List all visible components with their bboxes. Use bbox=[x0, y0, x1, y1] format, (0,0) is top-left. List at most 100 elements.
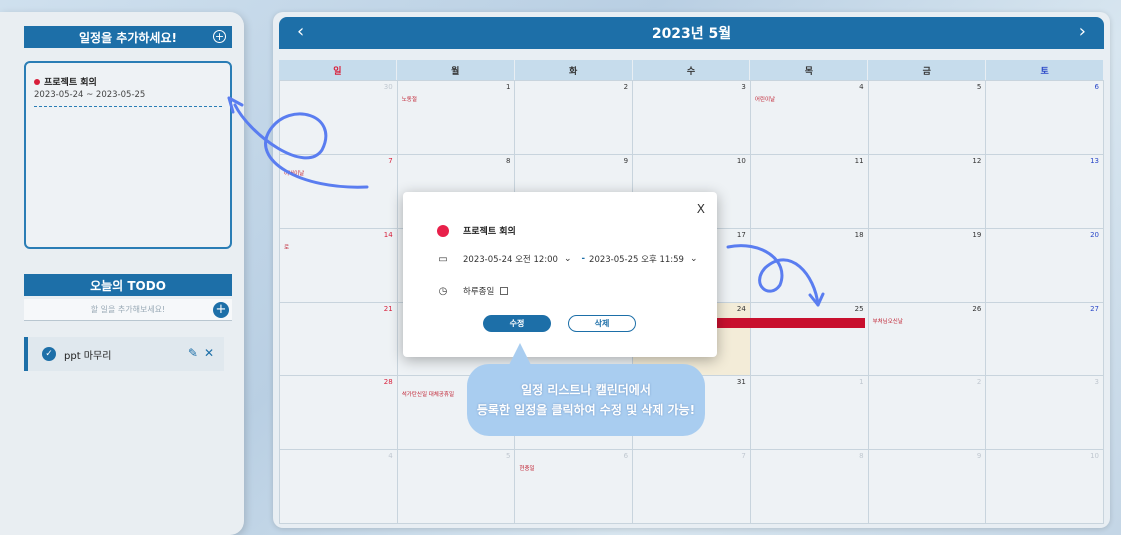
modal-event-title: 프로젝트 회의 bbox=[463, 227, 516, 237]
calendar-day-cell[interactable]: 7 bbox=[633, 450, 751, 524]
calendar-day-cell[interactable]: 1 노동절 bbox=[397, 81, 516, 155]
day-number: 1 bbox=[505, 83, 511, 91]
schedule-item-title: 프로젝트 회의 bbox=[44, 78, 97, 88]
day-number: 3 bbox=[741, 83, 746, 91]
day-number: 8 bbox=[505, 156, 511, 165]
calendar-icon: ▭ bbox=[438, 253, 448, 265]
edit-button[interactable]: 수정 bbox=[483, 315, 551, 332]
day-number: 26 bbox=[972, 304, 982, 313]
holiday-label: 로 bbox=[284, 244, 290, 251]
calendar-day-cell[interactable]: 4 어린이날 bbox=[750, 81, 869, 155]
day-number: 8 bbox=[859, 452, 864, 461]
calendar-day-cell[interactable]: 13 bbox=[986, 154, 1104, 229]
calendar-day-cell[interactable]: 14 로 bbox=[280, 228, 398, 303]
add-schedule-header[interactable]: 일정을 추가하세요! + bbox=[24, 26, 232, 48]
todo-input-placeholder: 할 일을 추가해보세요! bbox=[90, 305, 166, 314]
calendar-day-cell[interactable]: 28 bbox=[280, 376, 398, 451]
calendar-day-cell[interactable]: 30 bbox=[280, 81, 398, 155]
calendar-day-cell[interactable]: 3 bbox=[633, 81, 751, 155]
sidebar-panel: 일정을 추가하세요! + 프로젝트 회의 2023-05-24 ~ 2023-0… bbox=[0, 12, 244, 535]
day-number: 4 bbox=[388, 452, 393, 461]
all-day-checkbox[interactable] bbox=[500, 287, 509, 295]
calendar-day-cell[interactable]: 2 bbox=[868, 376, 987, 451]
day-number: 3 bbox=[1094, 378, 1099, 387]
calendar-day-cell[interactable]: 25 bbox=[750, 302, 869, 377]
event-bar-project-meeting[interactable] bbox=[717, 318, 865, 328]
day-number: 9 bbox=[623, 156, 629, 165]
day-number: 1 bbox=[859, 378, 864, 387]
calendar-day-cell[interactable]: 12 bbox=[868, 154, 987, 229]
calendar-day-cell[interactable]: 18 bbox=[750, 228, 869, 303]
todo-item-label: ppt 마무리 bbox=[64, 350, 112, 362]
next-month-icon[interactable]: › bbox=[1079, 21, 1086, 42]
calendar-day-cell[interactable]: 1 bbox=[750, 376, 869, 451]
delete-x-icon[interactable]: ✕ bbox=[204, 346, 214, 360]
help-tooltip: 일정 리스트나 캘린더에서 등록한 일정을 클릭하여 수정 및 삭제 가능! bbox=[467, 364, 705, 436]
end-datetime[interactable]: 2023-05-25 오후 11:59 bbox=[589, 253, 684, 265]
day-number: 6 bbox=[1094, 83, 1099, 91]
day-number: 30 bbox=[383, 83, 393, 91]
calendar-day-cell[interactable]: 9 bbox=[868, 450, 987, 524]
day-number: 14 bbox=[383, 230, 393, 239]
all-day-row: ◷ 하루종일 bbox=[437, 285, 509, 297]
todo-input[interactable]: 할 일을 추가해보세요! + bbox=[24, 299, 232, 321]
calendar-day-cell[interactable]: 7 어버이날 bbox=[280, 154, 398, 229]
calendar-day-cell[interactable]: 5 bbox=[397, 450, 516, 524]
day-number: 21 bbox=[383, 304, 393, 313]
range-separator: - bbox=[581, 254, 586, 264]
holiday-label: 현충일 bbox=[519, 466, 535, 473]
calendar-title: 2023년 5월 bbox=[651, 26, 732, 42]
event-color-dot bbox=[437, 224, 449, 237]
plus-circle-icon[interactable]: + bbox=[213, 30, 226, 43]
calendar-day-cell[interactable]: 26 부처님오신날 bbox=[868, 302, 987, 377]
calendar-day-cell[interactable]: 6 현충일 bbox=[515, 450, 634, 524]
day-number: 10 bbox=[736, 156, 746, 165]
weekday-label: 금 bbox=[868, 60, 987, 80]
holiday-label: 석가탄신일 대체공휴일 bbox=[401, 392, 455, 399]
chevron-down-icon[interactable]: ⌄ bbox=[564, 254, 572, 264]
schedule-item[interactable]: 프로젝트 회의 2023-05-24 ~ 2023-05-25 bbox=[34, 75, 222, 107]
calendar-day-cell[interactable]: 10 bbox=[986, 450, 1104, 524]
close-icon[interactable]: X bbox=[697, 202, 705, 216]
all-day-label: 하루종일 bbox=[463, 287, 495, 297]
weekday-label: 화 bbox=[514, 60, 633, 80]
weekday-label: 수 bbox=[632, 60, 751, 80]
day-number: 6 bbox=[623, 452, 629, 461]
day-number: 5 bbox=[505, 452, 511, 461]
day-number: 18 bbox=[854, 230, 864, 239]
day-number: 5 bbox=[976, 83, 982, 91]
calendar-day-cell[interactable]: 4 bbox=[280, 450, 398, 524]
chevron-down-icon[interactable]: ⌄ bbox=[690, 254, 698, 264]
day-number: 11 bbox=[854, 156, 864, 165]
edit-pencil-icon[interactable]: ✎ bbox=[188, 346, 198, 360]
date-range-row: ▭ 2023-05-24 오전 12:00 ⌄ - 2023-05-25 오후 … bbox=[437, 253, 704, 266]
day-number: 7 bbox=[388, 156, 393, 165]
day-number: 4 bbox=[859, 83, 864, 91]
event-detail-modal: X 프로젝트 회의 ▭ 2023-05-24 오전 12:00 ⌄ - 2023… bbox=[403, 192, 717, 357]
calendar-day-cell[interactable]: 20 bbox=[986, 228, 1104, 303]
day-number: 27 bbox=[1090, 304, 1099, 313]
calendar-day-cell[interactable]: 3 bbox=[986, 376, 1104, 451]
start-datetime[interactable]: 2023-05-24 오전 12:00 bbox=[463, 253, 558, 265]
check-icon[interactable]: ✓ bbox=[42, 347, 56, 361]
holiday-label: 부처님오신날 bbox=[872, 318, 903, 325]
calendar-day-cell[interactable]: 19 bbox=[868, 228, 987, 303]
prev-month-icon[interactable]: ‹ bbox=[297, 21, 304, 42]
delete-button[interactable]: 삭제 bbox=[568, 315, 636, 332]
add-todo-button[interactable]: + bbox=[213, 302, 229, 318]
day-number: 19 bbox=[972, 230, 982, 239]
weekday-label: 월 bbox=[396, 60, 515, 80]
calendar-day-cell[interactable]: 6 bbox=[986, 81, 1104, 155]
calendar-day-cell[interactable]: 2 bbox=[515, 81, 634, 155]
todo-item[interactable]: ✓ ppt 마무리 ✎ ✕ bbox=[24, 337, 224, 371]
event-color-dot bbox=[34, 78, 40, 85]
day-number: 28 bbox=[383, 378, 393, 387]
calendar-day-cell[interactable]: 11 bbox=[750, 154, 869, 229]
schedule-item-dates: 2023-05-24 ~ 2023-05-25 bbox=[34, 90, 146, 100]
calendar-day-cell[interactable]: 8 bbox=[750, 450, 869, 524]
calendar-day-cell[interactable]: 27 bbox=[986, 302, 1104, 377]
day-number: 9 bbox=[976, 452, 982, 461]
weekday-label: 목 bbox=[750, 60, 869, 80]
calendar-day-cell[interactable]: 21 bbox=[280, 302, 398, 377]
calendar-day-cell[interactable]: 5 bbox=[868, 81, 987, 155]
